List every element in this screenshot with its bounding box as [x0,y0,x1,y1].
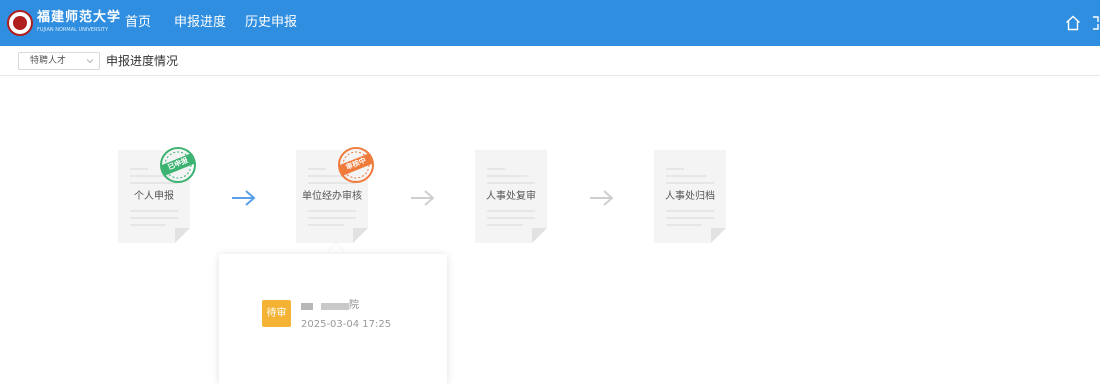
arrow-right-icon [411,190,435,206]
reviewer-name-suffix: 院 [349,300,359,311]
review-detail-popover: 待审 院 2025-03-04 17:25 [219,254,447,384]
redacted-text [321,303,349,310]
talent-type-select[interactable]: 特聘人才 [18,52,100,70]
status-badge: 待审 [262,300,291,327]
talent-type-select-value: 特聘人才 [30,56,67,66]
step-label: 人事处复审 [486,191,536,202]
expand-icon[interactable] [1091,14,1100,32]
reviewer-name: 院 [301,299,401,313]
review-timestamp: 2025-03-04 17:25 [301,319,392,330]
approved-stamp: 已申报 [158,145,198,185]
university-emblem-icon [7,10,33,36]
university-logo[interactable]: 福建师范大学 FUJIAN NORMAL UNIVERSITY [37,10,120,36]
step-label: 人事处归档 [665,191,715,202]
page-subheader: 特聘人才 申报进度情况 [0,46,1100,76]
arrow-right-icon [232,190,256,206]
step-hr-recheck[interactable]: 人事处复审 [475,150,547,243]
nav-item-home[interactable]: 首页 [125,0,151,46]
step-hr-archive[interactable]: 人事处归档 [654,150,726,243]
top-nav-bar: 福建师范大学 FUJIAN NORMAL UNIVERSITY 首页 申报进度 … [0,0,1100,46]
logo-english-name: FUJIAN NORMAL UNIVERSITY [37,27,109,33]
step-unit-review[interactable]: 审核中 单位经办审核 [296,147,374,243]
step-label: 单位经办审核 [302,191,362,202]
step-personal-application[interactable]: 已申报 个人申报 [118,147,196,243]
redacted-text [301,303,313,310]
step-label: 个人申报 [134,191,174,202]
home-icon[interactable] [1064,14,1082,32]
chevron-down-icon [86,59,94,64]
in-review-stamp: 审核中 [336,145,376,185]
logo-chinese-name: 福建师范大学 [37,10,122,25]
arrow-right-icon [590,190,614,206]
page-title: 申报进度情况 [106,54,179,68]
nav-item-progress[interactable]: 申报进度 [174,0,226,46]
nav-item-history[interactable]: 历史申报 [245,0,297,46]
